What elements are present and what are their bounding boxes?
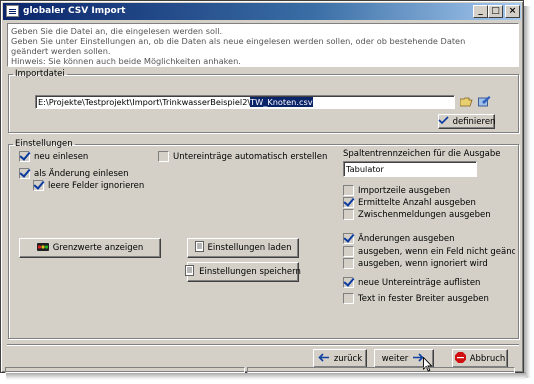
info-line: geändert werden sollen. xyxy=(11,46,111,56)
option-nicht-geaendert[interactable]: ausgeben, wenn ein Feld nicht geändert w… xyxy=(343,246,515,257)
option-box[interactable] xyxy=(343,277,354,288)
grenzwerte-label: Grenzwerte anzeigen xyxy=(52,243,144,253)
define-button[interactable]: definieren xyxy=(437,114,496,129)
next-label: weiter xyxy=(381,353,409,364)
load-settings-icon xyxy=(194,241,204,255)
als-aenderung-box[interactable] xyxy=(19,168,30,179)
title-bar[interactable]: globaler CSV Import _ □ × xyxy=(3,3,521,20)
option-box[interactable] xyxy=(343,293,354,304)
option-neue-untereintraege[interactable]: neue Untereinträge auflisten xyxy=(343,277,480,288)
option-label: Importzeile ausgeben xyxy=(358,185,451,196)
neu-einlesen-label: neu einlesen xyxy=(34,151,89,162)
option-box[interactable] xyxy=(343,197,354,208)
einstellungen-laden-button[interactable]: Einstellungen laden xyxy=(187,238,299,258)
status-pane-left xyxy=(5,367,245,373)
cancel-button[interactable]: Abbruch xyxy=(452,349,508,368)
window-shadow-bottom xyxy=(6,372,526,380)
einstellungen-speichern-label: Einstellungen speichern xyxy=(199,267,301,277)
option-label: Ermittelte Anzahl ausgeben xyxy=(358,197,476,208)
option-importzeile[interactable]: Importzeile ausgeben xyxy=(343,185,450,196)
option-label: Änderungen ausgeben xyxy=(358,233,455,244)
stop-icon xyxy=(454,351,466,366)
option-aenderungen[interactable]: Änderungen ausgeben xyxy=(343,233,454,244)
back-button[interactable]: zurück xyxy=(313,349,367,368)
einstellungen-laden-label: Einstellungen laden xyxy=(207,243,292,253)
option-label: Zwischenmeldungen ausgeben xyxy=(358,209,491,220)
separator-label: Spaltentrennzeichen für die Ausgabe xyxy=(343,149,501,159)
status-pane-right xyxy=(247,367,515,373)
leere-felder-box[interactable] xyxy=(33,180,44,191)
edit-file-icon[interactable] xyxy=(478,96,491,107)
option-feste-breite[interactable]: Text in fester Breiter ausgeben xyxy=(343,293,489,304)
back-label: zurück xyxy=(333,353,363,364)
import-file-legend: Importdatei xyxy=(15,69,65,79)
arrow-left-icon xyxy=(318,352,330,365)
open-folder-icon[interactable] xyxy=(459,97,473,107)
als-aenderung-checkbox[interactable]: als Änderung einlesen xyxy=(19,168,129,179)
option-ermittelte-anzahl[interactable]: Ermittelte Anzahl ausgeben xyxy=(343,197,476,208)
bottom-divider xyxy=(7,344,519,346)
settings-legend: Einstellungen xyxy=(15,139,73,149)
info-line: Geben Sie unter Einstellungen an, ob die… xyxy=(11,36,466,46)
neu-einlesen-box[interactable] xyxy=(19,151,30,162)
maximize-button[interactable]: □ xyxy=(488,5,503,18)
minimize-button[interactable]: _ xyxy=(473,5,488,18)
option-label: Text in fester Breiter ausgeben xyxy=(358,293,489,304)
untereintraege-box[interactable] xyxy=(158,151,169,162)
einstellungen-speichern-button[interactable]: Einstellungen speichern xyxy=(185,262,301,282)
neu-einlesen-checkbox[interactable]: neu einlesen xyxy=(19,151,88,162)
instructions-text: Geben Sie die Datei an, die eingelesen w… xyxy=(7,23,519,67)
option-ignoriert[interactable]: ausgeben, wenn ignoriert wird xyxy=(343,258,488,269)
leere-felder-checkbox[interactable]: leere Felder ignorieren xyxy=(33,180,144,191)
close-button[interactable]: × xyxy=(505,5,520,18)
traffic-light-icon xyxy=(36,242,49,255)
info-line: Geben Sie die Datei an, die eingelesen w… xyxy=(11,26,223,36)
als-aenderung-label: als Änderung einlesen xyxy=(34,168,129,179)
info-line: Hinweis: Sie können auch beide Möglichke… xyxy=(11,56,241,66)
option-zwischenmeldungen[interactable]: Zwischenmeldungen ausgeben xyxy=(343,209,491,220)
option-box[interactable] xyxy=(343,209,354,220)
option-label: ausgeben, wenn ignoriert wird xyxy=(358,258,488,269)
cancel-label: Abbruch xyxy=(469,353,506,364)
option-box[interactable] xyxy=(343,185,354,196)
option-label: ausgeben, wenn ein Feld nicht geändert w… xyxy=(358,246,515,257)
app-icon xyxy=(6,5,19,17)
untereintraege-checkbox[interactable]: Untereinträge automatisch erstellen xyxy=(158,151,327,162)
option-box[interactable] xyxy=(343,246,354,257)
option-box[interactable] xyxy=(343,233,354,244)
grenzwerte-button[interactable]: Grenzwerte anzeigen xyxy=(19,238,161,258)
window-title: globaler CSV Import xyxy=(23,6,126,16)
save-settings-icon xyxy=(185,265,195,279)
option-box[interactable] xyxy=(343,258,354,269)
separator-input[interactable]: Tabulator xyxy=(343,161,477,177)
file-path-prefix: E:\Projekte\Testprojekt\Import\Trinkwass… xyxy=(38,97,251,107)
define-label: definieren xyxy=(452,116,496,127)
leere-felder-label: leere Felder ignorieren xyxy=(48,180,145,191)
option-label: neue Untereinträge auflisten xyxy=(358,277,481,288)
csv-import-window: globaler CSV Import _ □ × Geben Sie die … xyxy=(0,0,524,373)
file-path-selected: TW_Knoten.csv xyxy=(250,97,313,107)
file-path-input[interactable]: E:\Projekte\Testprojekt\Import\Trinkwass… xyxy=(35,95,455,109)
untereintraege-label: Untereinträge automatisch erstellen xyxy=(173,151,328,162)
define-icon xyxy=(437,115,449,128)
window-shadow-right xyxy=(523,6,531,378)
